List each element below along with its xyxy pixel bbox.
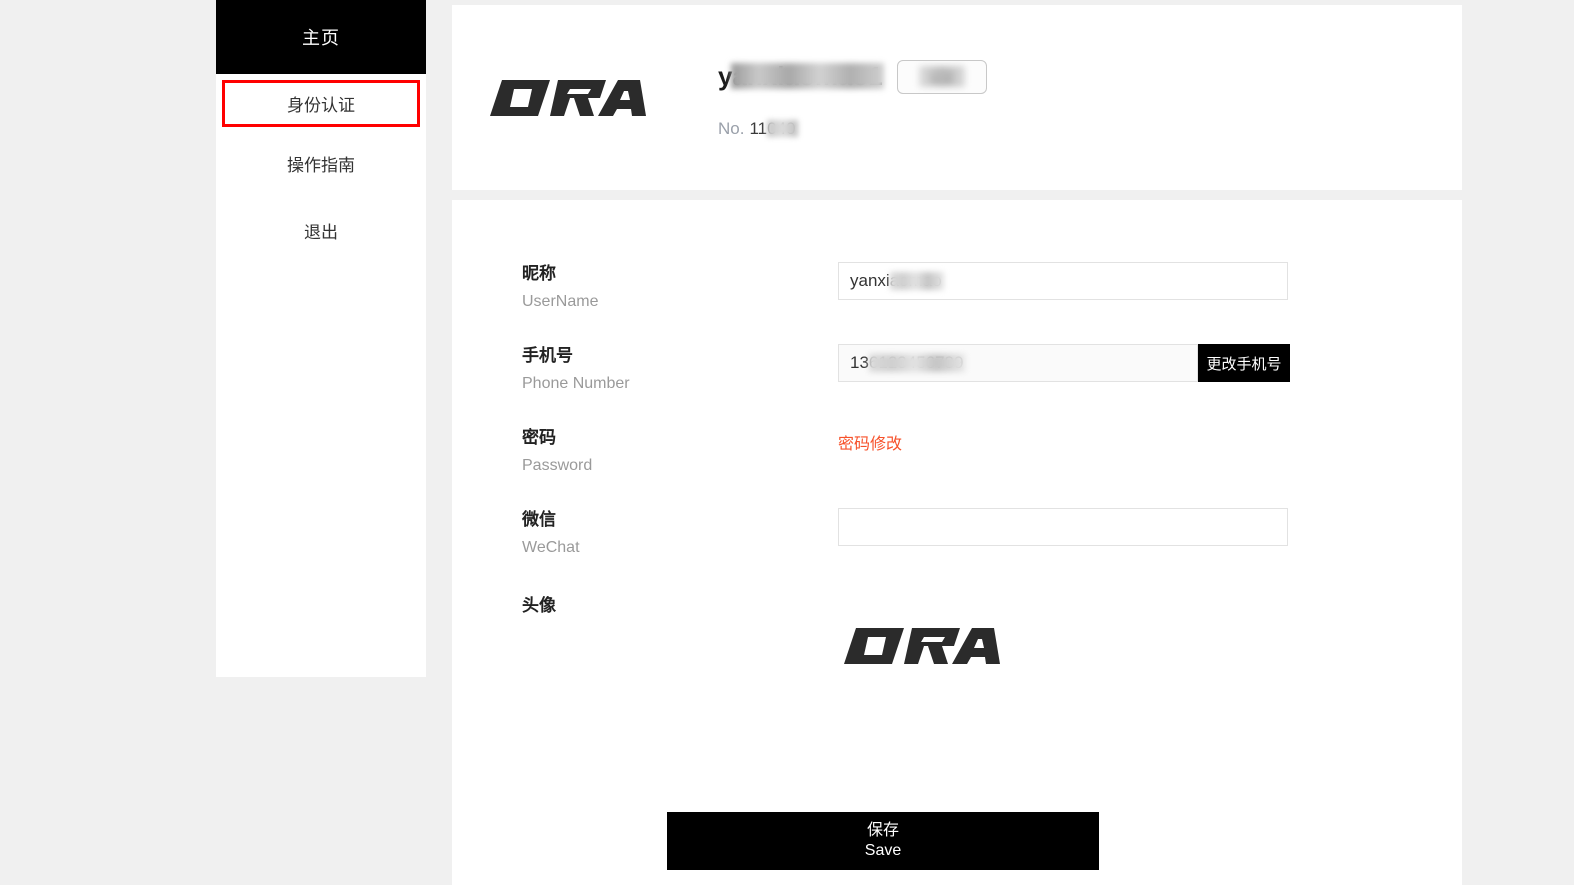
- phone-input-value: 13: [850, 353, 869, 372]
- profile-account-number: No. 11040: [718, 119, 987, 139]
- profile-account-number-label: No.: [718, 118, 745, 138]
- phone-input-redacted: 6123456789: [868, 353, 964, 372]
- field-control-username: yanxi aomao: [838, 262, 1288, 300]
- sidebar-item-identity-verification[interactable]: 身份认证: [222, 80, 420, 127]
- dra-logo-icon: [838, 620, 1008, 672]
- field-control-phone: 13 6123456789 更改手机号: [838, 344, 1290, 382]
- field-label-wechat: 微信 WeChat: [522, 508, 822, 559]
- save-button[interactable]: 保存 Save: [667, 812, 1099, 870]
- field-label-cn: 头像: [522, 596, 556, 615]
- field-label-cn: 微信: [522, 510, 556, 529]
- field-label-password: 密码 Password: [522, 426, 822, 477]
- field-label-en: UserName: [522, 292, 599, 310]
- dra-logo-icon: [484, 72, 654, 124]
- sidebar-item-operation-guide[interactable]: 操作指南: [216, 130, 426, 197]
- sidebar-item-label: 操作指南: [287, 156, 355, 175]
- profile-username: yanxiaomao1: [718, 61, 883, 92]
- content-area: yanxiaomao1 认证 No. 11040 昵称 UserName yan…: [452, 0, 1462, 885]
- profile-status-badge-label: 认证: [918, 66, 965, 87]
- username-input[interactable]: yanxi aomao: [838, 262, 1288, 300]
- sidebar-header-home[interactable]: 主页: [216, 0, 426, 74]
- sidebar-item-logout[interactable]: 退出: [216, 197, 426, 264]
- profile-account-number-redacted: 040: [767, 118, 796, 138]
- profile-status-badge[interactable]: 认证: [896, 59, 987, 94]
- sidebar-item-label: 身份认证: [287, 96, 355, 115]
- profile-username-redacted: anxiaomao1: [732, 61, 883, 91]
- avatar[interactable]: [838, 620, 1008, 677]
- field-label-cn: 昵称: [522, 264, 556, 283]
- field-label-en: Phone Number: [522, 374, 630, 392]
- profile-name-row: yanxiaomao1 认证: [718, 57, 987, 97]
- change-password-link[interactable]: 密码修改: [838, 436, 902, 453]
- phone-input-group: 13 6123456789 更改手机号: [838, 344, 1290, 382]
- profile-form-card: 昵称 UserName yanxi aomao 手机号 Phone Number …: [452, 200, 1462, 885]
- sidebar: 主页 身份认证 操作指南 退出: [216, 0, 426, 677]
- field-label-en: Password: [522, 456, 593, 474]
- sidebar-item-label: 退出: [304, 223, 338, 242]
- profile-identity: yanxiaomao1 认证 No. 11040: [718, 57, 987, 139]
- profile-username-visible: y: [718, 61, 733, 91]
- field-label-en: WeChat: [522, 538, 580, 556]
- sidebar-header-label: 主页: [302, 28, 340, 48]
- profile-account-number-visible: 11: [749, 118, 768, 138]
- phone-input[interactable]: 13 6123456789: [838, 344, 1198, 382]
- save-button-label-cn: 保存: [866, 822, 899, 839]
- profile-account-number-value: 11040: [749, 119, 795, 139]
- field-control-wechat: [838, 508, 1288, 546]
- wechat-input[interactable]: [838, 508, 1288, 546]
- field-label-cn: 密码: [522, 428, 556, 447]
- field-label-username: 昵称 UserName: [522, 262, 822, 313]
- username-input-redacted: aomao: [889, 271, 942, 290]
- save-button-label-en: Save: [864, 842, 902, 859]
- change-phone-button[interactable]: 更改手机号: [1198, 344, 1290, 382]
- field-label-cn: 手机号: [522, 346, 573, 365]
- field-label-avatar: 头像: [522, 594, 822, 619]
- profile-header-card: yanxiaomao1 认证 No. 11040: [452, 5, 1462, 190]
- field-control-password: 密码修改: [838, 426, 902, 464]
- username-input-value: yanxi: [850, 271, 890, 290]
- field-label-phone: 手机号 Phone Number: [522, 344, 822, 395]
